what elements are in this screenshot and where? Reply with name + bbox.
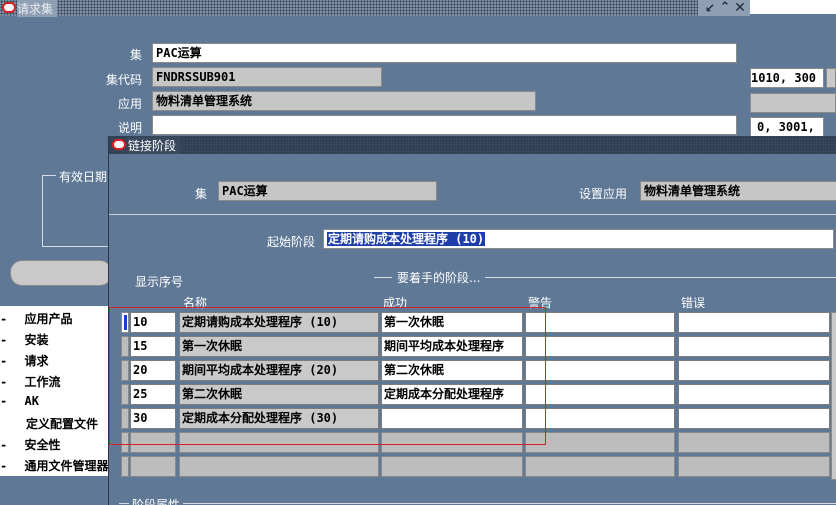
cell-error[interactable] [678, 456, 830, 477]
tree-prefix: - [0, 394, 8, 408]
tree-prefix: - [0, 375, 8, 389]
set-app-label: 设置应用 [578, 187, 627, 201]
tree-label: 安全性 [24, 438, 61, 452]
set-field[interactable]: PAC运算 [152, 43, 737, 63]
tree-label: 应用产品 [24, 312, 73, 326]
cell-warning[interactable] [525, 456, 675, 477]
start-stage-label: 起始阶段 [266, 235, 315, 249]
main-window-title: 请求集 [17, 0, 58, 17]
set-label: 集 [129, 48, 142, 62]
tree-label: 工作流 [24, 375, 61, 389]
dialog-set-label: 集 [194, 187, 207, 201]
effective-dates-label: 有效日期 [56, 168, 111, 185]
cell-error[interactable] [678, 360, 830, 381]
background-window-right: 1010, 300 0, 3001, [750, 0, 836, 140]
row-marker[interactable] [121, 456, 129, 477]
tree-label: AK [24, 394, 39, 408]
right-window-title [750, 0, 836, 14]
set-code-label: 集代码 [105, 73, 142, 87]
tree-label: 请求 [24, 354, 49, 368]
right-field-3[interactable]: 0, 3001, [750, 117, 824, 137]
cell-warning[interactable] [525, 432, 675, 453]
cell-seq[interactable] [130, 456, 176, 477]
minimize-icon[interactable]: ↙ [703, 0, 717, 16]
start-stage-field[interactable]: 定期请购成本处理程序 (10) [323, 229, 834, 249]
cell-warning[interactable] [525, 360, 675, 381]
cell-warning[interactable] [525, 312, 675, 333]
tree-label: 通用文件管理器 [24, 459, 109, 473]
tree-item-ak[interactable]: - AK [0, 394, 39, 408]
link-stages-dialog: 链接阶段 集 PAC运算 设置应用 物料清单管理系统 起始阶段 定期请购成本处理… [108, 136, 836, 505]
right-field-2[interactable] [750, 93, 836, 113]
right-field-1[interactable]: 1010, 300 [750, 68, 824, 88]
main-action-button[interactable] [10, 260, 112, 286]
set-code-field[interactable]: FNDRSSUB901 [152, 67, 382, 87]
cell-name[interactable] [179, 456, 379, 477]
dialog-titlebar: 链接阶段 [109, 136, 836, 154]
stage-attrs-label: 阶段属性 [129, 496, 184, 505]
right-scroll-btn[interactable] [826, 68, 836, 88]
tree-prefix: - [0, 459, 8, 473]
set-app-field[interactable]: 物料清单管理系统 [640, 181, 836, 201]
tree-label: 安装 [24, 333, 49, 347]
effective-dates-group [42, 175, 113, 247]
display-seq-label: 显示序号 [135, 275, 184, 289]
tree-item-file-manager[interactable]: - 通用文件管理器 [0, 457, 108, 474]
tree-item-security[interactable]: - 安全性 [0, 436, 60, 453]
col-header-error: 错误 [681, 296, 706, 310]
highlight-box [109, 307, 546, 445]
application-field[interactable]: 物料清单管理系统 [152, 91, 536, 111]
oracle-icon [112, 139, 126, 150]
oracle-icon [2, 2, 16, 13]
cell-warning[interactable] [525, 408, 675, 429]
dialog-divider [109, 214, 836, 215]
tree-item-workflow[interactable]: - 工作流 [0, 373, 60, 390]
tree-prefix: - [0, 354, 8, 368]
tree-item-install[interactable]: - 安装 [0, 331, 48, 348]
table-scrollbar[interactable] [831, 312, 836, 480]
tree-item-profiles[interactable]: 定义配置文件 [0, 415, 98, 432]
main-titlebar: 请求集 ↙ ⌃ ✕ [0, 0, 750, 17]
cell-error[interactable] [678, 312, 830, 333]
tree-item-requests[interactable]: - 请求 [0, 352, 48, 369]
tree-label: 定义配置文件 [26, 417, 99, 431]
dialog-title: 链接阶段 [128, 137, 181, 154]
application-label: 应用 [117, 97, 142, 111]
stage-attrs-line [119, 503, 836, 504]
cell-error[interactable] [678, 336, 830, 357]
description-label: 说明 [117, 121, 142, 135]
cell-error[interactable] [678, 432, 830, 453]
start-stage-value: 定期请购成本处理程序 (10) [327, 232, 486, 246]
description-field[interactable] [152, 115, 737, 135]
tree-prefix: - [0, 438, 8, 452]
cell-warning[interactable] [525, 336, 675, 357]
stages-group-label: 要着手的阶段... [392, 269, 486, 286]
restore-icon[interactable]: ⌃ [718, 0, 732, 16]
cell-success[interactable] [381, 456, 523, 477]
tree-prefix: - [0, 333, 8, 347]
cell-error[interactable] [678, 384, 830, 405]
navigator-panel: - 应用产品 - 安装 - 请求 - 工作流 - AK 定义配置文件 - 安全性… [0, 306, 110, 476]
dialog-set-field[interactable]: PAC运算 [218, 181, 437, 201]
tree-prefix: - [0, 312, 8, 326]
tree-item-applications[interactable]: - 应用产品 [0, 310, 72, 327]
cell-warning[interactable] [525, 384, 675, 405]
cell-error[interactable] [678, 408, 830, 429]
close-icon[interactable]: ✕ [733, 0, 747, 16]
